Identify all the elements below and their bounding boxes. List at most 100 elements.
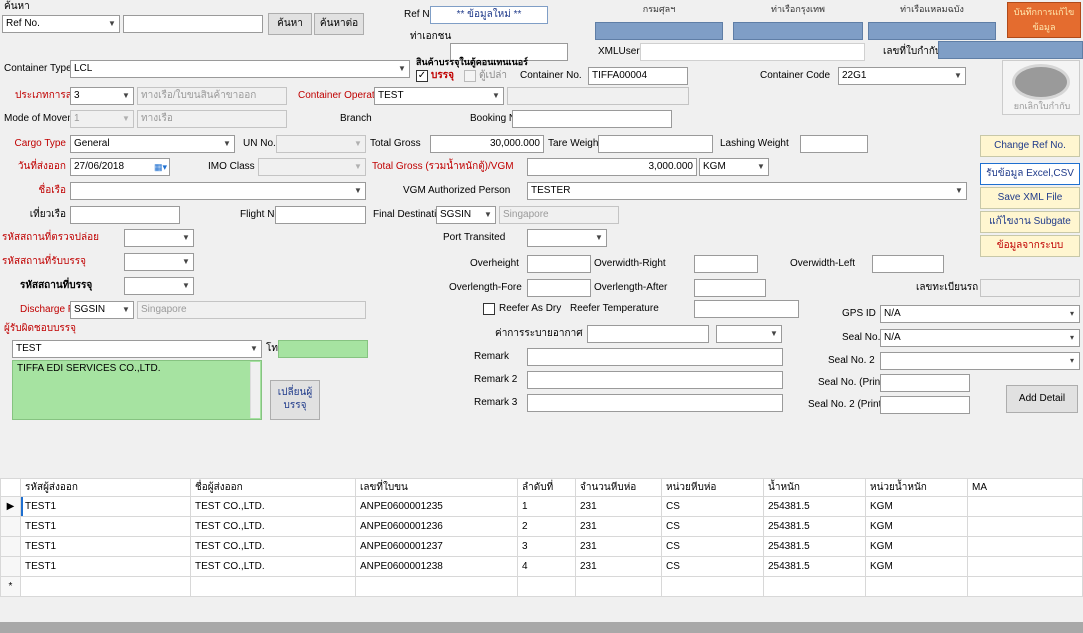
- cell[interactable]: [967, 536, 1083, 557]
- mode-select[interactable]: 1 ▼: [70, 110, 134, 128]
- cell[interactable]: TEST1: [20, 496, 191, 517]
- ref-no-field[interactable]: ** ข้อมูลใหม่ **: [430, 6, 548, 24]
- cell[interactable]: CS: [661, 556, 764, 577]
- cell[interactable]: KGM: [865, 536, 968, 557]
- add-detail-button[interactable]: Add Detail: [1006, 385, 1078, 413]
- cell[interactable]: [967, 576, 1083, 597]
- table-row[interactable]: TEST1 TEST CO.,LTD. ANPE0600001237 3 231…: [0, 536, 1083, 557]
- vessel-select[interactable]: ▼: [70, 182, 366, 200]
- cell[interactable]: [190, 576, 356, 597]
- reefer-dry-checkbox[interactable]: [483, 303, 495, 315]
- cell[interactable]: [967, 516, 1083, 537]
- cell[interactable]: [763, 576, 866, 597]
- gps-id-select[interactable]: N/A ▾: [880, 305, 1080, 323]
- advanced-search-button[interactable]: ค้นหาต่อ: [314, 13, 364, 35]
- cell[interactable]: CS: [661, 496, 764, 517]
- empty-checkbox[interactable]: [464, 70, 476, 82]
- cargo-type-select[interactable]: General ▼: [70, 135, 235, 153]
- search-input[interactable]: [123, 15, 263, 33]
- remark-3-input[interactable]: [527, 394, 783, 412]
- cell[interactable]: TEST CO.,LTD.: [190, 496, 356, 517]
- cell[interactable]: 2: [517, 516, 576, 537]
- cell[interactable]: 254381.5: [763, 556, 866, 577]
- xml-user-field[interactable]: [640, 43, 865, 61]
- save-xml-button[interactable]: Save XML File: [980, 187, 1080, 209]
- seal-no-2-select[interactable]: ▾: [880, 352, 1080, 370]
- release-input[interactable]: [980, 279, 1080, 297]
- cell[interactable]: TEST CO.,LTD.: [190, 556, 356, 577]
- condition-unit-select[interactable]: ▼: [716, 325, 782, 343]
- un-no-select[interactable]: ▼: [276, 135, 366, 153]
- col-ma[interactable]: MA: [967, 478, 1083, 497]
- overheight-input[interactable]: [527, 255, 591, 273]
- export-date-input[interactable]: 27/06/2018 ▦▾: [70, 158, 170, 176]
- cell[interactable]: CS: [661, 536, 764, 557]
- final-dest-select[interactable]: SGSIN ▼: [436, 206, 496, 224]
- change-packer-button[interactable]: เปลี่ยนผู้บรรจุ: [270, 380, 320, 420]
- col-seq[interactable]: ลำดับที่: [517, 478, 576, 497]
- cell[interactable]: [967, 496, 1083, 517]
- cell[interactable]: [575, 576, 662, 597]
- cell[interactable]: CS: [661, 516, 764, 537]
- table-row[interactable]: TEST1 TEST CO.,LTD. ANPE0600001238 4 231…: [0, 556, 1083, 577]
- tare-weight-input[interactable]: [598, 135, 713, 153]
- shipping-type-select[interactable]: 3 ▼: [70, 87, 134, 105]
- cell[interactable]: 4: [517, 556, 576, 577]
- cancel-manifest-button[interactable]: ยกเลิกใบกำกับ: [1002, 60, 1080, 115]
- cell[interactable]: [517, 576, 576, 597]
- vgm-unit-select[interactable]: KGM ▼: [699, 158, 769, 176]
- change-ref-button[interactable]: Change Ref No.: [980, 135, 1080, 157]
- tel-input[interactable]: [278, 340, 368, 358]
- cell[interactable]: KGM: [865, 556, 968, 577]
- port-loading-select[interactable]: ▼: [124, 229, 194, 247]
- cell[interactable]: [865, 576, 968, 597]
- discharge-port-select[interactable]: SGSIN ▼: [70, 301, 134, 319]
- system-info-button[interactable]: ข้อมูลจากระบบ: [980, 235, 1080, 257]
- cell[interactable]: [661, 576, 764, 597]
- col-declaration-no[interactable]: เลขที่ใบขน: [355, 478, 518, 497]
- overlength-after-input[interactable]: [694, 279, 766, 297]
- vgm-input[interactable]: 3,000.000: [527, 158, 697, 176]
- col-weight-unit[interactable]: หน่วยน้ำหนัก: [865, 478, 968, 497]
- operator-select[interactable]: TEST ▼: [374, 87, 504, 105]
- condition-input[interactable]: [587, 325, 709, 343]
- overwidth-left-input[interactable]: [872, 255, 944, 273]
- remark-input[interactable]: [527, 348, 783, 366]
- flight-no-input[interactable]: [275, 206, 366, 224]
- cell[interactable]: TEST1: [20, 516, 191, 537]
- remark-2-input[interactable]: [527, 371, 783, 389]
- overlength-fore-input[interactable]: [527, 279, 591, 297]
- calendar-icon[interactable]: ▦▾: [154, 159, 167, 175]
- seal-print-input[interactable]: [880, 374, 970, 392]
- total-gross-input[interactable]: 30,000.000: [430, 135, 544, 153]
- cell[interactable]: 231: [575, 496, 662, 517]
- row-header[interactable]: [0, 516, 21, 537]
- cell[interactable]: 254381.5: [763, 496, 866, 517]
- cell[interactable]: KGM: [865, 516, 968, 537]
- detail-grid[interactable]: รหัสผู้ส่งออก ชื่อผู้ส่งออก เลขที่ใบขน ล…: [0, 478, 1083, 597]
- cell[interactable]: ANPE0600001235: [355, 496, 518, 517]
- imo-class-select[interactable]: ▼: [258, 158, 366, 176]
- cell[interactable]: TEST CO.,LTD.: [190, 516, 356, 537]
- port-receive-select[interactable]: ▼: [124, 253, 194, 271]
- new-row[interactable]: *: [0, 576, 1083, 597]
- table-row[interactable]: ▶ TEST1 TEST CO.,LTD. ANPE0600001235 1 2…: [0, 496, 1083, 517]
- seal-no-select[interactable]: N/A ▾: [880, 329, 1080, 347]
- col-package-count[interactable]: จำนวนหีบห่อ: [575, 478, 662, 497]
- cell[interactable]: [967, 556, 1083, 577]
- import-excel-button[interactable]: รับข้อมูล Excel,CSV: [980, 163, 1080, 185]
- voyage-input[interactable]: [70, 206, 180, 224]
- row-header[interactable]: [0, 536, 21, 557]
- cell[interactable]: 254381.5: [763, 516, 866, 537]
- packer-select[interactable]: TEST ▼: [12, 340, 262, 358]
- company-address-box[interactable]: TIFFA EDI SERVICES CO.,LTD.: [12, 360, 262, 420]
- cell[interactable]: ANPE0600001237: [355, 536, 518, 557]
- packed-checkbox[interactable]: ✓: [416, 70, 428, 82]
- reg-no-field[interactable]: [938, 41, 1083, 59]
- col-package-unit[interactable]: หน่วยหีบห่อ: [661, 478, 764, 497]
- seal2-print-input[interactable]: [880, 396, 970, 414]
- port-pack-select[interactable]: ▼: [124, 277, 194, 295]
- container-code-select[interactable]: 22G1 ▼: [838, 67, 966, 85]
- col-exporter-name[interactable]: ชื่อผู้ส่งออก: [190, 478, 356, 497]
- container-type-select[interactable]: LCL ▼: [70, 60, 410, 78]
